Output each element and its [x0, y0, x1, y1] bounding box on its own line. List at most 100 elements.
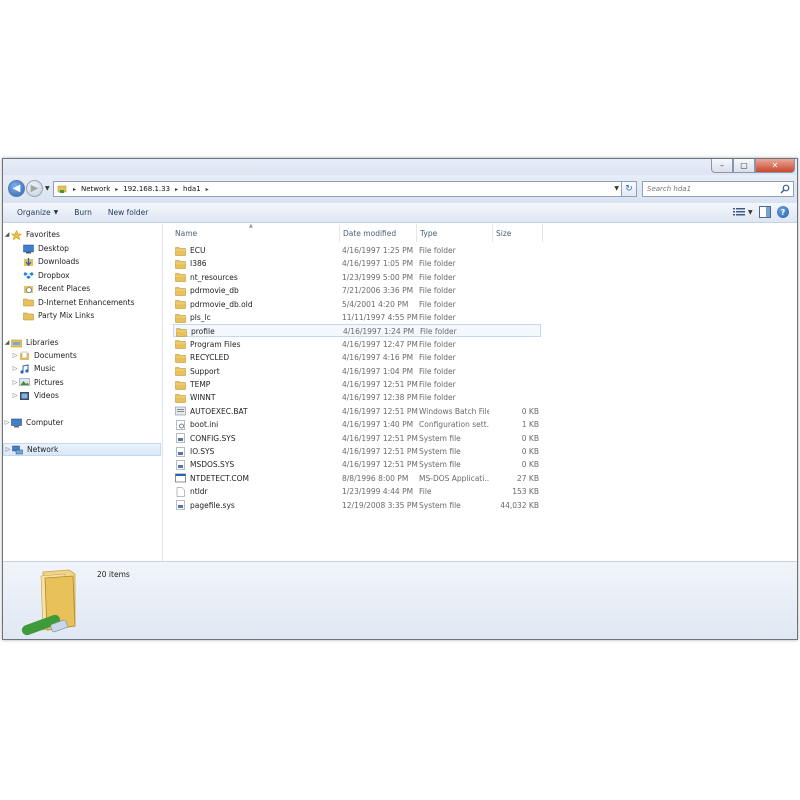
file-date: 12/19/2008 3:35 PM [342, 500, 418, 510]
collapsed-icon[interactable]: ▷ [4, 446, 12, 453]
folder-icon [175, 300, 186, 309]
close-button[interactable]: ✕ [755, 159, 795, 173]
breadcrumb-separator[interactable]: ▸ [172, 186, 181, 193]
sidebar-libraries[interactable]: ◢ Libraries [3, 336, 161, 349]
burn-button[interactable]: Burn [66, 203, 100, 222]
sidebar-item-1[interactable]: Downloads [3, 255, 161, 268]
table-row[interactable]: Support 4/16/1997 1:04 PM File folder [173, 365, 541, 378]
table-row[interactable]: pdrmovie_db.old 5/4/2001 4:20 PM File fold… [173, 298, 541, 311]
file-type: File folder [419, 339, 456, 349]
file-name: MSDOS.SYS [190, 460, 235, 470]
breadcrumb-separator[interactable]: ▸ [203, 186, 212, 193]
expanded-icon[interactable]: ◢ [3, 339, 11, 346]
sidebar-computer[interactable]: ▷ Computer [3, 416, 161, 429]
file-name: profile [191, 327, 215, 337]
table-row[interactable]: ECU 4/16/1997 1:25 PM File folder [173, 244, 541, 257]
table-row[interactable]: nt_resources 1/23/1999 5:00 PM File folder [173, 271, 541, 284]
file-name-cell: I386 [175, 257, 340, 270]
title-bar[interactable]: – ▢ ✕ [3, 159, 797, 175]
table-row[interactable]: IO.SYS 4/16/1997 12:51 PM System file 0 KB [173, 445, 541, 458]
table-row[interactable]: pls_lc 11/11/1997 4:55 PM File folder [173, 311, 541, 324]
file-size [491, 257, 539, 270]
sidebar-item-label: Desktop [38, 244, 69, 253]
table-row[interactable]: pagefile.sys 12/19/2008 3:35 PM System fil… [173, 499, 541, 512]
file-size: 0 KB [521, 406, 539, 416]
breadcrumb-separator[interactable]: ▸ [112, 186, 121, 193]
sidebar-library-0[interactable]: ▷ Documents [3, 349, 161, 362]
file-name: ECU [190, 246, 206, 255]
help-button[interactable]: ? [777, 206, 789, 218]
table-row[interactable]: I386 4/16/1997 1:05 PM File folder [173, 257, 541, 270]
file-type: Windows Batch File [419, 406, 489, 416]
sidebar-library-3[interactable]: ▷ Videos [3, 389, 161, 402]
collapsed-icon[interactable]: ▷ [3, 419, 11, 426]
sidebar-item-0[interactable]: Desktop [3, 242, 161, 255]
recent-pages-dropdown[interactable]: ▼ [45, 185, 50, 192]
table-row[interactable]: ntldr 1/23/1999 4:44 PM File 153 KB [173, 485, 541, 498]
search-icon[interactable] [780, 184, 790, 194]
file-date: 11/11/1997 4:55 PM [342, 313, 418, 322]
sidebar-favorites[interactable]: ◢ Favorites [3, 228, 161, 241]
new-folder-button[interactable]: New folder [100, 203, 157, 222]
file-type: File folder [419, 380, 456, 389]
file-date: 5/4/2001 4:20 PM [342, 299, 409, 309]
organize-button[interactable]: Organize ▼ [3, 203, 66, 222]
table-row[interactable]: RECYCLED 4/16/1997 4:16 PM File folder [173, 351, 541, 364]
help-icon: ? [780, 207, 786, 217]
file-name: Support [190, 366, 220, 376]
table-row[interactable]: pdrmovie_db 7/21/2006 3:36 PM File folder [173, 284, 541, 297]
table-row[interactable]: WINNT 4/16/1997 12:38 PM File folder [173, 391, 541, 404]
expanded-icon[interactable]: ◢ [3, 231, 11, 238]
collapsed-icon[interactable]: ▷ [11, 352, 19, 359]
refresh-button[interactable]: ↻ [621, 181, 637, 197]
table-row[interactable]: boot.ini 4/16/1997 1:40 PM Configuration s… [173, 418, 541, 431]
address-bar[interactable]: ▸ Network ▸ 192.168.1.33 ▸ hda1 ▸ ▼ ↻ [53, 181, 637, 197]
file-size [492, 325, 540, 338]
column-header-size[interactable]: Size [493, 224, 543, 242]
sidebar-item-label: Videos [34, 391, 59, 401]
sidebar-item-5[interactable]: Party Mix Links [3, 309, 161, 322]
file-name-cell: pdrmovie_db [175, 284, 340, 297]
file-size: 1 KB [521, 420, 539, 430]
sidebar-item-label: Music [34, 364, 56, 374]
file-type: MS-DOS Applicati... [419, 473, 489, 483]
table-row[interactable]: CONFIG.SYS 4/16/1997 12:51 PM System file 0… [173, 432, 541, 445]
preview-pane-button[interactable] [759, 206, 771, 218]
address-dropdown-button[interactable]: ▼ [614, 185, 619, 192]
column-header-name[interactable]: Name ▲ [164, 224, 340, 242]
file-date: 4/16/1997 4:16 PM [342, 353, 414, 363]
sidebar-item-label: Libraries [26, 338, 59, 347]
table-row[interactable]: NTDETECT.COM 8/8/1996 8:00 PM MS-DOS Appli… [173, 472, 541, 485]
sidebar-item-label: Downloads [38, 257, 80, 267]
breadcrumb-host[interactable]: 192.168.1.33 [121, 185, 172, 193]
table-row[interactable]: AUTOEXEC.BAT 4/16/1997 12:51 PM Windows Ba… [173, 405, 541, 418]
file-name-cell: boot.ini [175, 418, 340, 431]
sidebar-library-2[interactable]: ▷ Pictures [3, 376, 161, 389]
minimize-button[interactable]: – [711, 159, 733, 173]
collapsed-icon[interactable]: ▷ [11, 392, 19, 399]
table-row[interactable]: MSDOS.SYS 4/16/1997 12:51 PM System file 0 … [173, 458, 541, 471]
back-button[interactable]: ◀ [8, 180, 25, 197]
forward-button[interactable]: ▶ [26, 180, 43, 197]
breadcrumb-share[interactable]: hda1 [181, 185, 203, 193]
sidebar-item-4[interactable]: D-Internet Enhancements [3, 296, 161, 309]
sidebar-item-3[interactable]: Recent Places [3, 282, 161, 295]
collapsed-icon[interactable]: ▷ [11, 365, 19, 372]
breadcrumb-root-separator[interactable]: ▸ [70, 186, 79, 193]
table-row[interactable]: Program Files 4/16/1997 12:47 PM File fold… [173, 338, 541, 351]
column-header-type[interactable]: Type [417, 224, 493, 242]
search-input[interactable] [647, 185, 775, 193]
column-header-date[interactable]: Date modified [340, 224, 417, 242]
table-row[interactable]: profile 4/16/1997 1:24 PM File folder [173, 324, 541, 338]
collapsed-icon[interactable]: ▷ [11, 379, 19, 386]
change-view-button[interactable]: ▼ [733, 206, 753, 218]
file-size: 0 KB [521, 460, 539, 470]
breadcrumb-network[interactable]: Network [79, 185, 112, 193]
file-type: System file [419, 447, 461, 456]
sidebar-library-1[interactable]: ▷ Music [3, 362, 161, 375]
table-row[interactable]: TEMP 4/16/1997 12:51 PM File folder [173, 378, 541, 391]
file-size [491, 378, 539, 391]
sidebar-network[interactable]: ▷ Network [3, 443, 161, 456]
maximize-button[interactable]: ▢ [733, 159, 755, 173]
sidebar-item-2[interactable]: Dropbox [3, 269, 161, 282]
